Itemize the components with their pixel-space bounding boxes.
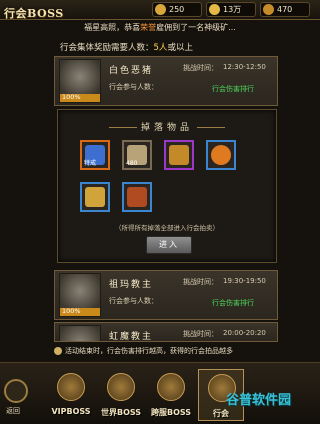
damage-rank-link[interactable]: 行会伤害排行 <box>212 298 254 308</box>
gold-bar-counter: 470 <box>260 2 310 17</box>
drop-item[interactable]: 480 <box>122 140 152 170</box>
back-label: 返回 <box>6 407 20 415</box>
page-title: 行会BOSS <box>4 7 64 20</box>
time-label: 挑战时间： <box>183 278 218 286</box>
boss-portrait: 100% <box>59 59 101 103</box>
drops-note: （所得所有掉落全部进入行会拍卖） <box>115 224 219 232</box>
drop-item[interactable] <box>164 140 194 170</box>
boss-progress-bar: 100% <box>60 307 100 316</box>
time-label: 挑战时间： <box>183 64 218 72</box>
drop-item[interactable] <box>80 182 110 212</box>
coin-counter: 13万 <box>206 2 256 17</box>
boss-card[interactable]: 虹魔教主 挑战时间： 20:00-20:20 <box>54 322 278 342</box>
boss-progress-bar: 100% <box>60 93 100 102</box>
coin-icon <box>209 4 220 15</box>
participants-label: 行会参与人数： <box>109 297 158 305</box>
ingot-icon <box>155 4 166 15</box>
tab-world-boss[interactable]: 世界BOSS <box>98 369 144 421</box>
activity-tip: 活动结束时，行会伤害排行越高，获得的行会拍品越多 <box>54 344 284 358</box>
back-button[interactable] <box>4 379 28 403</box>
time-value: 12:30-12:50 <box>223 63 266 71</box>
scroll-icon <box>85 187 105 207</box>
watermark-logo: 谷普软件园 <box>226 393 292 408</box>
boss-card[interactable]: 100% 祖玛教主 行会参与人数： 挑战时间： 19:30-19:50 行会伤害… <box>54 270 278 320</box>
boss-name: 祖玛教主 <box>109 280 154 290</box>
damage-rank-link[interactable]: 行会伤害排行 <box>212 84 254 94</box>
vip-boss-emblem-icon <box>57 373 85 401</box>
enter-button[interactable]: 进入 <box>146 236 192 254</box>
boss-portrait <box>59 325 101 341</box>
chest-icon <box>127 187 147 207</box>
boss-name: 虹魔教主 <box>109 332 154 342</box>
bottom-tab-bar: 返回 VIPBOSS 世界BOSS 跨服BOSS 行会 谷普软件园 <box>0 362 320 424</box>
tab-vip-boss[interactable]: VIPBOSS <box>48 369 94 421</box>
cross-server-boss-emblem-icon <box>157 373 185 401</box>
reward-requirement: 行会集体奖励需要人数：5人或以上 <box>60 43 193 53</box>
world-boss-emblem-icon <box>107 373 135 401</box>
armor-icon <box>169 145 189 165</box>
participants-label: 行会参与人数： <box>109 83 158 91</box>
drops-title: 掉落物品 <box>58 120 276 133</box>
broadcast-notice: 福星高照，恭喜荣誉雇佣到了一名神级矿... <box>84 23 236 32</box>
tab-cross-server-boss[interactable]: 跨服BOSS <box>148 369 194 421</box>
info-icon <box>54 347 62 355</box>
drop-item[interactable] <box>122 182 152 212</box>
time-label: 挑战时间： <box>183 330 218 338</box>
drop-item[interactable]: 特戒 <box>80 140 110 170</box>
gold-bar-icon <box>263 4 274 15</box>
drop-item[interactable] <box>206 140 236 170</box>
time-value: 20:00-20:20 <box>223 329 266 337</box>
boss-name: 白色恶猪 <box>109 66 154 76</box>
top-bar: 行会BOSS 250 13万 470 <box>0 0 320 20</box>
time-value: 19:30-19:50 <box>223 277 266 285</box>
ingot-counter: 250 <box>152 2 202 17</box>
gem-orb-icon <box>211 145 231 165</box>
boss-portrait: 100% <box>59 273 101 317</box>
boss-card[interactable]: 100% 白色恶猪 行会参与人数： 挑战时间： 12:30-12:50 行会伤害… <box>54 56 278 106</box>
drops-panel: 掉落物品 特戒 480 （所得所有掉落全部进入行会拍卖） 进入 <box>57 109 277 263</box>
